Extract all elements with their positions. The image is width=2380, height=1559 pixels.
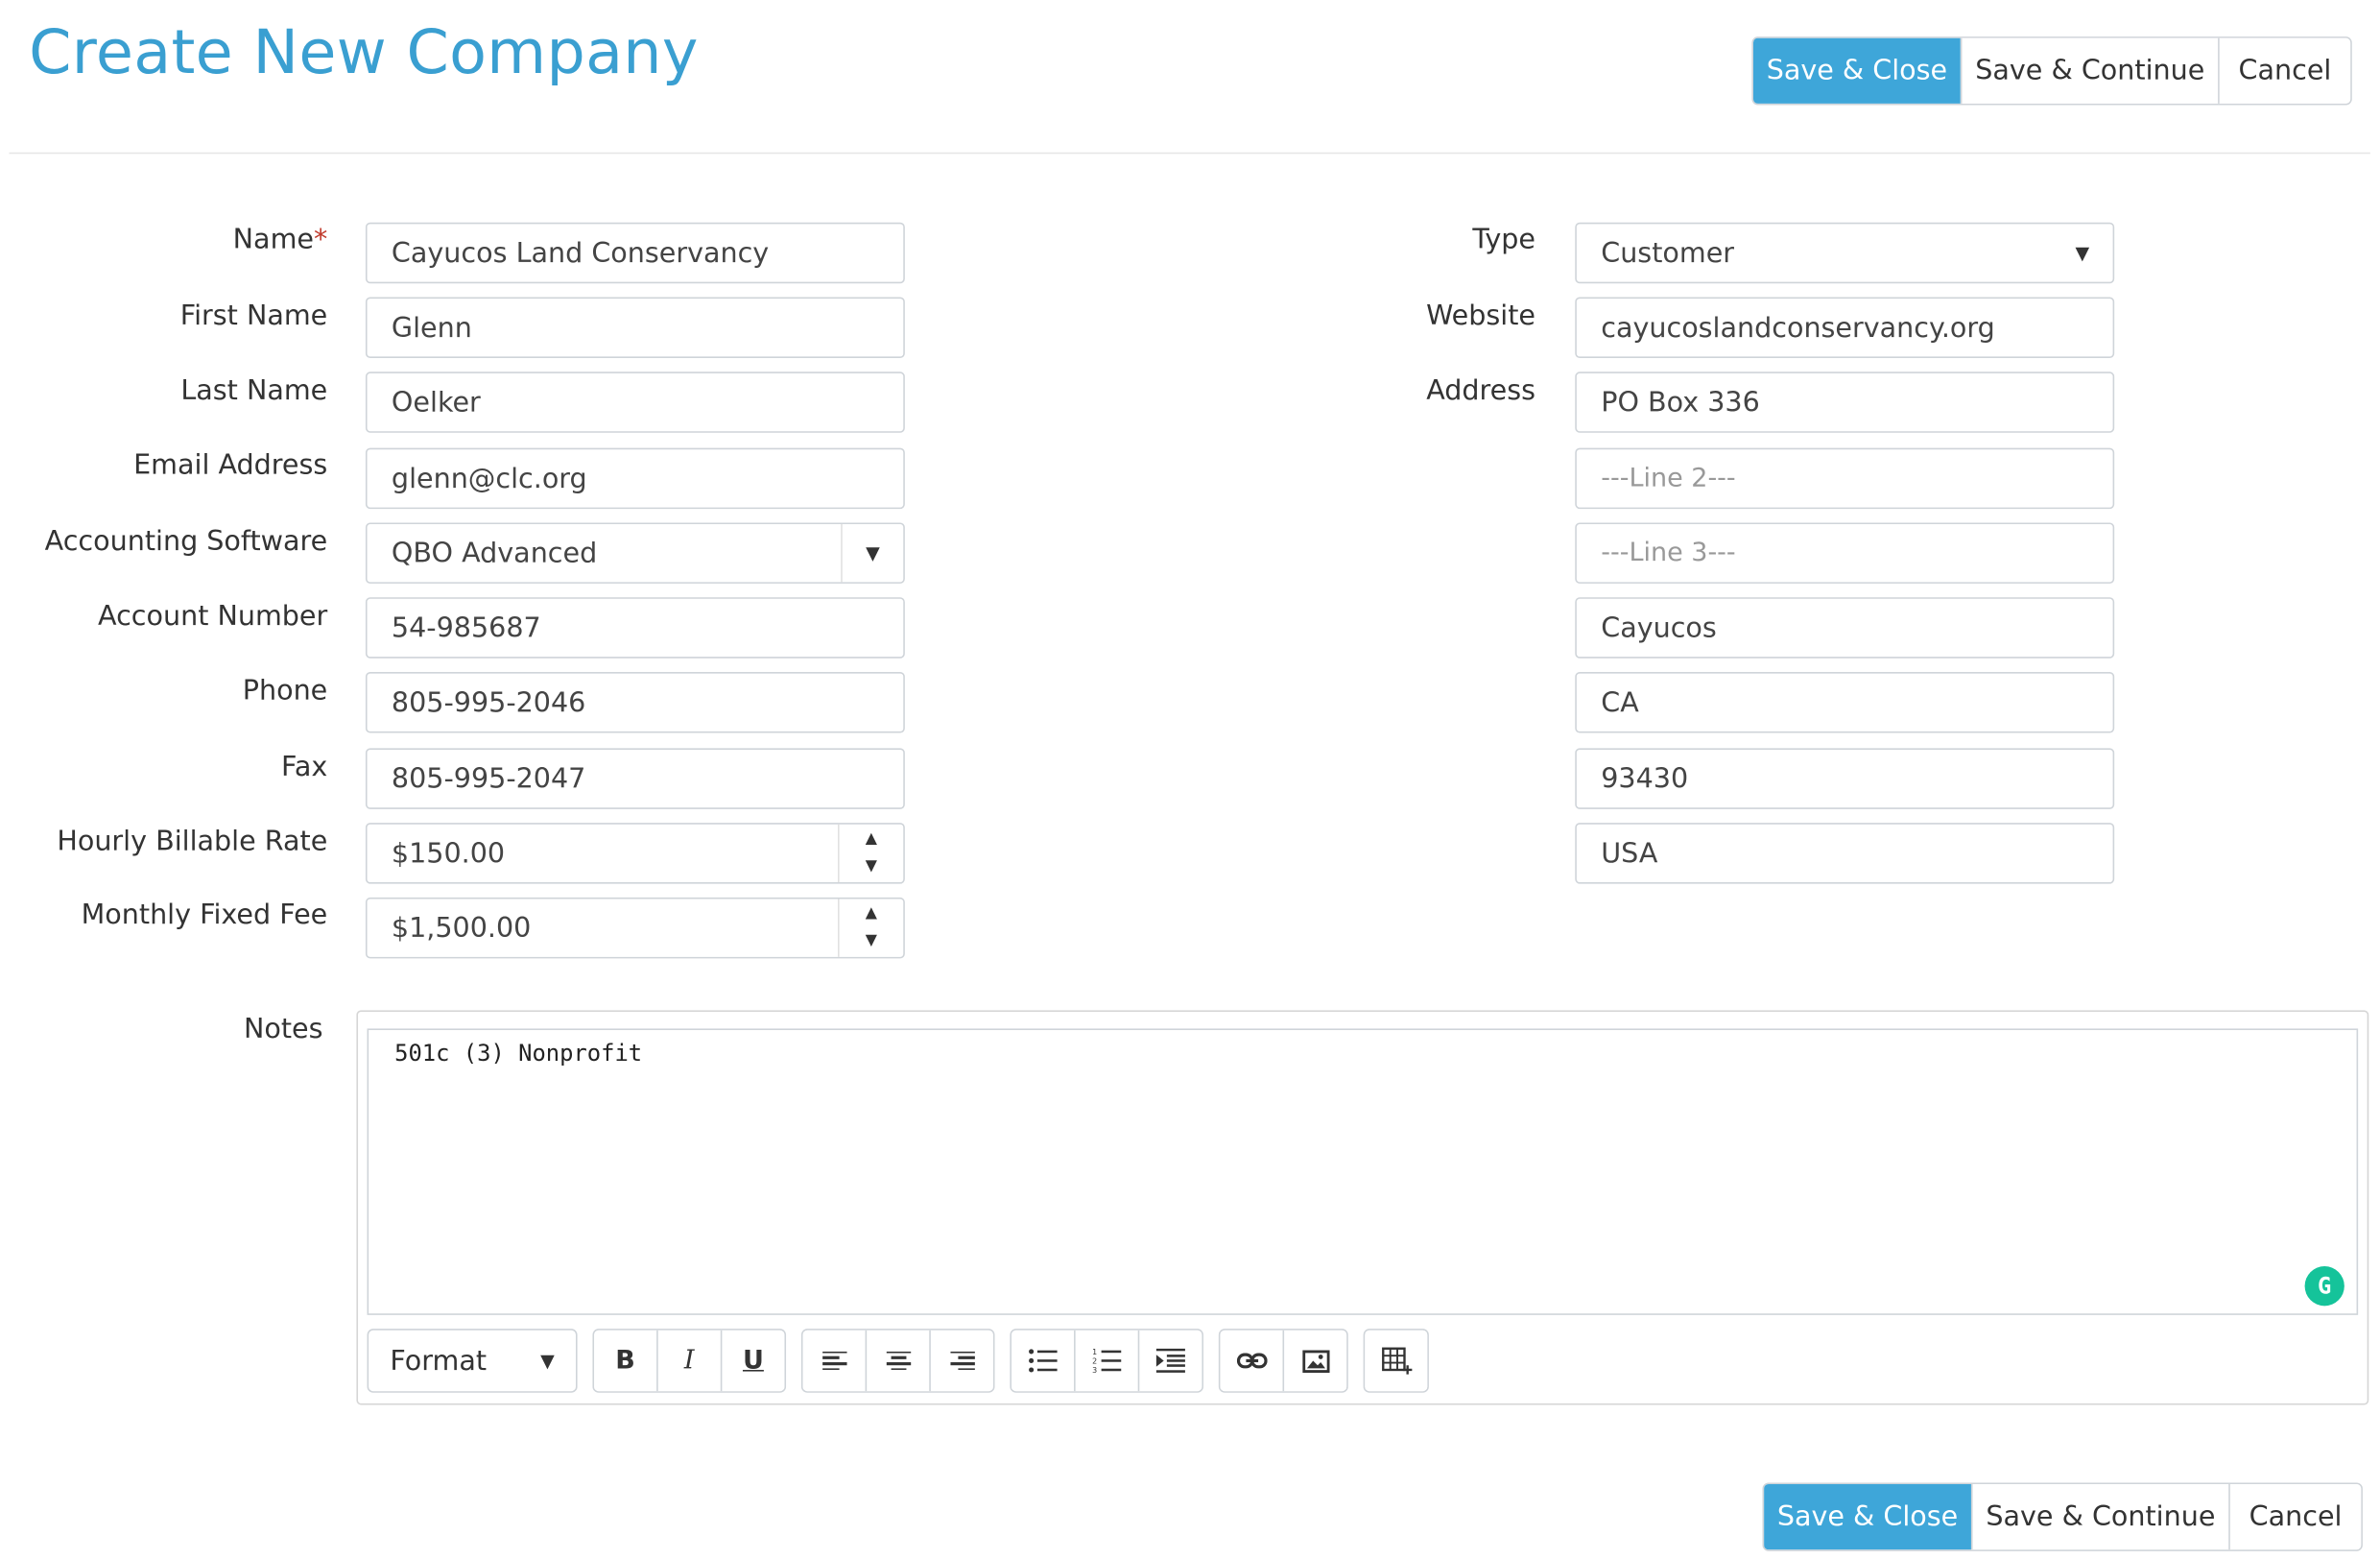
page-title: Create New Company bbox=[29, 18, 699, 89]
country-input[interactable]: USA bbox=[1575, 823, 2115, 884]
create-company-page: Create New Company Save & Close Save & C… bbox=[0, 0, 2379, 1559]
notes-label: Notes bbox=[243, 1013, 323, 1045]
save-close-button[interactable]: Save & Close bbox=[1764, 1484, 1971, 1550]
grammarly-icon[interactable]: G bbox=[2304, 1266, 2344, 1307]
accounting-software-label: Accounting Software bbox=[44, 525, 328, 558]
cancel-button[interactable]: Cancel bbox=[2218, 37, 2351, 104]
notes-textarea[interactable]: 501c (3) Nonprofit G bbox=[367, 1028, 2359, 1315]
account-number-label: Account Number bbox=[98, 600, 328, 633]
email-input[interactable]: glenn@clc.org bbox=[365, 447, 905, 510]
header-divider bbox=[9, 152, 2370, 155]
bottom-action-buttons: Save & Close Save & Continue Cancel bbox=[1762, 1482, 2363, 1551]
chevron-down-icon: ▼ bbox=[841, 524, 903, 583]
phone-label: Phone bbox=[242, 675, 328, 708]
bullet-list-icon[interactable] bbox=[1011, 1330, 1075, 1392]
svg-text:2: 2 bbox=[1091, 1357, 1096, 1366]
city-input[interactable]: Cayucos bbox=[1575, 597, 2115, 659]
zip-input[interactable]: 93430 bbox=[1575, 748, 2115, 809]
save-continue-button[interactable]: Save & Continue bbox=[1960, 37, 2219, 104]
phone-input[interactable]: 805-995-2046 bbox=[365, 671, 905, 733]
insert-group bbox=[1218, 1329, 1348, 1393]
address-line3-input[interactable]: ---Line 3--- bbox=[1575, 522, 2115, 584]
editor-toolbar: Format ▼ B I U 1 2 3 bbox=[367, 1329, 1429, 1393]
fax-input[interactable]: 805-995-2047 bbox=[365, 748, 905, 809]
type-label: Type bbox=[1472, 224, 1535, 256]
website-input[interactable]: cayucoslandconservancy.org bbox=[1575, 297, 2115, 359]
address-line1-input[interactable]: PO Box 336 bbox=[1575, 372, 2115, 433]
required-mark: * bbox=[313, 224, 328, 256]
type-select[interactable]: Customer ▼ bbox=[1575, 222, 2115, 284]
underline-button[interactable]: U bbox=[720, 1330, 785, 1392]
align-right-icon[interactable] bbox=[929, 1330, 993, 1392]
monthly-fee-label: Monthly Fixed Fee bbox=[81, 899, 328, 931]
name-label: Name* bbox=[232, 224, 328, 256]
chevron-down-icon: ▼ bbox=[2075, 242, 2090, 264]
monthly-fee-stepper[interactable]: ▲ ▼ bbox=[838, 899, 903, 957]
last-name-input[interactable]: Oelker bbox=[365, 372, 905, 433]
first-name-label: First Name bbox=[179, 300, 328, 333]
top-action-buttons: Save & Close Save & Continue Cancel bbox=[1751, 36, 2352, 106]
accounting-software-select[interactable]: QBO Advanced ▼ bbox=[365, 522, 905, 584]
spin-down-icon[interactable]: ▼ bbox=[866, 928, 877, 956]
bold-button[interactable]: B bbox=[594, 1330, 657, 1392]
spin-up-icon[interactable]: ▲ bbox=[866, 826, 877, 853]
address-line2-input[interactable]: ---Line 2--- bbox=[1575, 447, 2115, 510]
account-number-input[interactable]: 54-985687 bbox=[365, 597, 905, 659]
notes-editor: 501c (3) Nonprofit G Format ▼ B I U 1 2 … bbox=[356, 1010, 2369, 1405]
last-name-label: Last Name bbox=[180, 374, 328, 407]
table-group bbox=[1363, 1329, 1429, 1393]
fax-label: Fax bbox=[281, 751, 328, 783]
address-label: Address bbox=[1426, 374, 1535, 407]
spin-down-icon[interactable]: ▼ bbox=[866, 853, 877, 881]
text-style-group: B I U bbox=[592, 1329, 787, 1393]
chevron-down-icon: ▼ bbox=[540, 1350, 555, 1372]
first-name-input[interactable]: Glenn bbox=[365, 297, 905, 359]
insert-table-icon[interactable] bbox=[1365, 1330, 1428, 1392]
save-continue-button[interactable]: Save & Continue bbox=[1970, 1484, 2229, 1550]
website-label: Website bbox=[1426, 300, 1535, 333]
numbered-list-icon[interactable]: 123 bbox=[1074, 1330, 1138, 1392]
hourly-rate-label: Hourly Billable Rate bbox=[57, 826, 328, 858]
alignment-group bbox=[800, 1329, 995, 1393]
email-label: Email Address bbox=[133, 449, 328, 482]
align-left-icon[interactable] bbox=[802, 1330, 866, 1392]
list-group: 123 bbox=[1010, 1329, 1203, 1393]
svg-text:1: 1 bbox=[1091, 1348, 1096, 1356]
svg-text:3: 3 bbox=[1091, 1366, 1096, 1375]
hourly-rate-input[interactable]: $150.00 ▲ ▼ bbox=[365, 823, 905, 884]
monthly-fee-input[interactable]: $1,500.00 ▲ ▼ bbox=[365, 897, 905, 959]
format-dropdown[interactable]: Format ▼ bbox=[367, 1329, 578, 1393]
link-icon[interactable] bbox=[1220, 1330, 1283, 1392]
indent-icon[interactable] bbox=[1137, 1330, 1202, 1392]
hourly-rate-stepper[interactable]: ▲ ▼ bbox=[838, 824, 903, 883]
image-icon[interactable] bbox=[1282, 1330, 1347, 1392]
italic-button[interactable]: I bbox=[656, 1330, 721, 1392]
name-input[interactable]: Cayucos Land Conservancy bbox=[365, 222, 905, 284]
spin-up-icon[interactable]: ▲ bbox=[866, 900, 877, 928]
cancel-button[interactable]: Cancel bbox=[2228, 1484, 2362, 1550]
align-center-icon[interactable] bbox=[865, 1330, 930, 1392]
save-close-button[interactable]: Save & Close bbox=[1752, 37, 1961, 104]
state-input[interactable]: CA bbox=[1575, 671, 2115, 733]
